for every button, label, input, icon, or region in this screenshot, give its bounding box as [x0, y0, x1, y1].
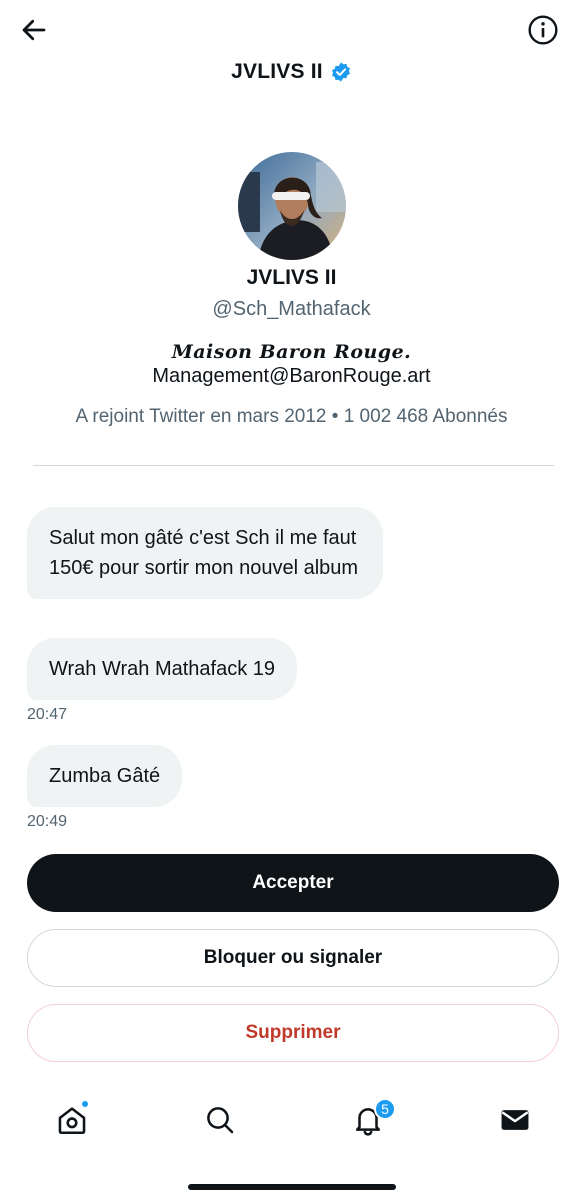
profile-bio-brand: Maison Baron Rouge. — [171, 341, 412, 363]
message-bubble[interactable]: Salut mon gâté c'est Sch il me faut 150€… — [27, 507, 383, 599]
info-circle-icon — [528, 15, 558, 45]
conversation-header: JVLIVS II — [0, 0, 583, 110]
profile-name: JVLIVS II — [246, 266, 337, 289]
page-title: JVLIVS II — [0, 60, 583, 84]
search-icon — [207, 1107, 234, 1134]
delete-button[interactable]: Supprimer — [27, 1004, 559, 1062]
arrow-left-icon — [22, 19, 46, 41]
profile-handle: @Sch_Mathafack — [212, 298, 371, 320]
home-icon — [58, 1107, 86, 1135]
info-button[interactable] — [525, 12, 561, 48]
message-bubble[interactable]: Wrah Wrah Mathafack 19 — [27, 638, 298, 700]
avatar[interactable] — [237, 152, 346, 260]
notifications-badge: 5 — [374, 1098, 396, 1120]
page-title-text: JVLIVS II — [231, 60, 323, 83]
tab-messages[interactable] — [485, 1090, 545, 1150]
divider — [33, 465, 554, 466]
accept-button[interactable]: Accepter — [27, 854, 559, 912]
back-button[interactable] — [16, 12, 52, 48]
tab-search[interactable] — [190, 1090, 250, 1150]
block-report-button[interactable]: Bloquer ou signaler — [27, 929, 559, 987]
bottom-tab-bar: 5 — [0, 1090, 583, 1150]
message-timestamp: 20:49 — [27, 813, 68, 830]
home-indicator — [188, 1184, 396, 1190]
envelope-icon — [501, 1110, 529, 1130]
profile-card[interactable]: JVLIVS II @Sch_Mathafack Maison Baron Ro… — [0, 152, 583, 428]
tab-home[interactable] — [42, 1090, 102, 1150]
profile-bio-email: Management@BaronRouge.art — [152, 365, 431, 387]
message-timestamp: 20:47 — [27, 706, 68, 723]
message-item: Wrah Wrah Mathafack 19 — [27, 638, 298, 700]
verified-badge-icon — [331, 62, 350, 82]
tab-notifications[interactable]: 5 — [338, 1090, 398, 1150]
message-item: Zumba Gâté — [27, 745, 183, 807]
profile-meta: A rejoint Twitter en mars 2012 • 1 002 4… — [75, 406, 508, 427]
message-item: Salut mon gâté c'est Sch il me faut 150€… — [27, 507, 383, 599]
avatar-image — [237, 152, 346, 260]
message-bubble[interactable]: Zumba Gâté — [27, 745, 183, 807]
home-new-indicator — [81, 1100, 89, 1108]
